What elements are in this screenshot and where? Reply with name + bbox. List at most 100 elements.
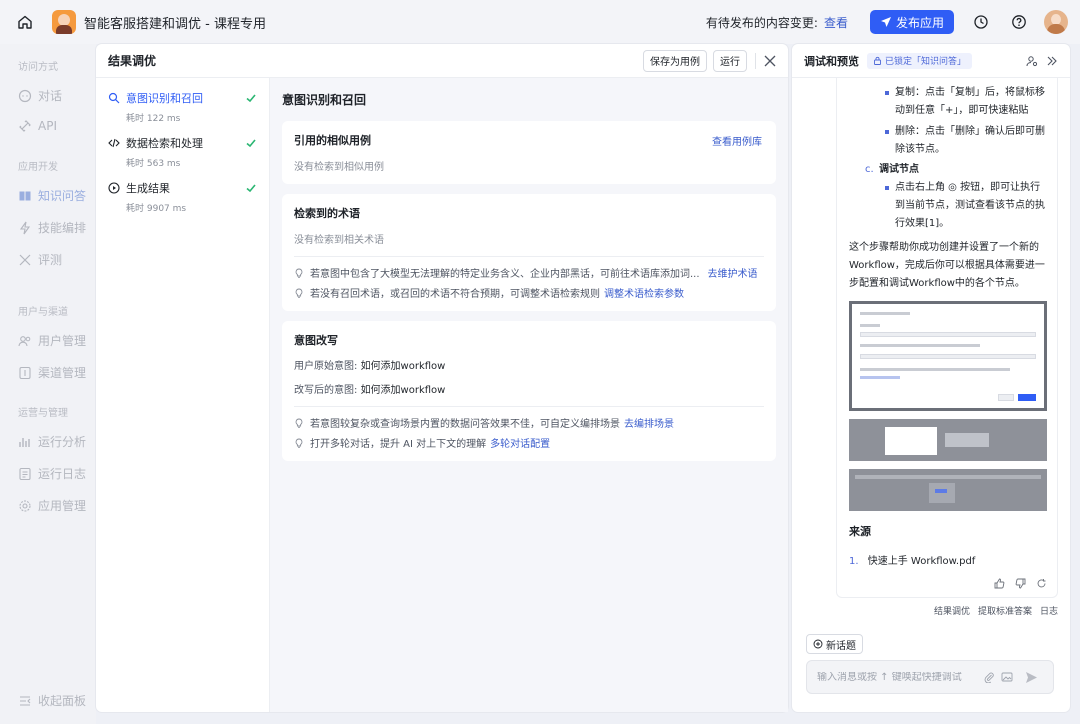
tip-row: 若意图中包含了大模型无法理解的特定业务含义、企业内部黑话，可前往术语库添加词..… <box>294 265 764 280</box>
sidebar-item-label: 运行日志 <box>38 467 87 481</box>
adjust-term-params-link[interactable]: 调整术语检索参数 <box>604 285 684 300</box>
user-avatar[interactable] <box>1044 10 1068 34</box>
locked-badge[interactable]: 已锁定「知识问答」 <box>867 52 973 69</box>
similar-cases-card: 引用的相似用例 查看用例库 没有检索到相似用例 <box>282 121 776 184</box>
sidebar-section-ops: 运营与管理 <box>18 408 68 419</box>
sidebar-section-access: 访问方式 <box>18 62 58 73</box>
home-icon[interactable] <box>12 9 38 35</box>
empty-text: 没有检索到相关术语 <box>294 235 384 246</box>
steps-list: 意图识别和召回 耗时 122 ms 数据检索和处理 耗时 563 ms 生成结果… <box>96 78 270 712</box>
sidebar-item-label: API <box>38 119 57 133</box>
multi-turn-config-link[interactable]: 多轮对话配置 <box>490 435 550 450</box>
divider <box>294 406 764 407</box>
bar-chart-icon <box>19 437 30 447</box>
lightning-icon <box>19 221 31 234</box>
paperclip-icon[interactable] <box>983 671 995 683</box>
check-icon <box>246 94 256 103</box>
list-item: 点击右上角 ◎ 按钮，即可让执行到当前节点，测试查看该节点的执行效果[1]。 <box>849 179 1045 233</box>
locked-badge-label: 已锁定「知识问答」 <box>885 57 967 67</box>
maintain-terms-link[interactable]: 去维护术语 <box>708 265 758 280</box>
step-generate-result[interactable]: 生成结果 耗时 9907 ms <box>96 180 269 225</box>
users-icon <box>18 335 31 346</box>
extract-answer-action[interactable]: 提取标准答案 <box>978 604 1032 617</box>
collapse-panel-button[interactable]: 收起面板 <box>18 692 86 709</box>
card-title: 引用的相似用例 <box>294 134 371 147</box>
run-button[interactable]: 运行 <box>713 49 747 72</box>
terms-card: 检索到的术语 没有检索到相关术语 若意图中包含了大模型无法理解的特定业务含义、企… <box>282 194 776 311</box>
thumbs-up-icon[interactable] <box>994 578 1005 589</box>
log-icon <box>19 467 31 480</box>
code-icon <box>108 138 120 148</box>
save-as-case-button[interactable]: 保存为用例 <box>643 49 707 72</box>
debug-preview-panel: 调试和预览 已锁定「知识问答」 复制：点击「复制」后，将鼠标移动到任意「+」，即… <box>792 44 1070 712</box>
sidebar-item-user-mgmt[interactable]: 用户管理 <box>18 332 86 349</box>
history-icon[interactable] <box>970 11 992 33</box>
play-circle-icon <box>108 182 120 194</box>
sidebar-item-channel[interactable]: 渠道管理 <box>18 364 86 381</box>
original-intent-value: 如何添加workflow <box>360 361 446 372</box>
sidebar-item-eval[interactable]: 评测 <box>18 251 62 268</box>
close-icon[interactable] <box>764 55 776 67</box>
tip-text: 打开多轮对话，提升 AI 对上下文的理解 <box>310 439 487 450</box>
app-avatar <box>52 10 76 34</box>
original-intent-label: 用户原始意图: <box>294 361 358 372</box>
app-title: 智能客服搭建和调优 - 课程专用 <box>84 16 266 32</box>
sidebar-section-dev: 应用开发 <box>18 162 58 173</box>
sidebar-item-label: 应用管理 <box>38 499 87 513</box>
screenshot-image <box>849 419 1047 461</box>
view-changes-link[interactable]: 查看 <box>824 14 848 31</box>
source-item[interactable]: 1. 快速上手 Workflow.pdf <box>849 553 1045 571</box>
sidebar-item-analytics[interactable]: 运行分析 <box>18 433 86 450</box>
sidebar-item-skill[interactable]: 技能编排 <box>18 219 86 236</box>
rewritten-intent: 改写后的意图: 如何添加workflow <box>294 381 764 396</box>
screenshot-image <box>849 301 1047 411</box>
tip-text: 若意图中包含了大模型无法理解的特定业务含义、企业内部黑话，可前往术语库添加词..… <box>310 269 700 280</box>
result-tuning-action[interactable]: 结果调优 <box>934 604 970 617</box>
step-time: 耗时 122 ms <box>126 114 181 124</box>
tools-icon <box>19 254 31 265</box>
new-topic-button[interactable]: 新话题 <box>806 634 863 654</box>
card-title: 检索到的术语 <box>294 207 360 220</box>
user-settings-icon[interactable] <box>1026 55 1038 67</box>
expand-icon[interactable] <box>1046 55 1058 67</box>
send-icon[interactable] <box>1019 665 1043 689</box>
rocket-icon <box>880 17 891 27</box>
view-case-library-link[interactable]: 查看用例库 <box>712 133 762 148</box>
intent-rewrite-card: 意图改写 用户原始意图: 如何添加workflow 改写后的意图: 如何添加wo… <box>282 321 776 461</box>
help-icon[interactable] <box>1008 11 1030 33</box>
lightbulb-icon <box>295 418 303 428</box>
log-action[interactable]: 日志 <box>1040 604 1058 617</box>
tip-row: 打开多轮对话，提升 AI 对上下文的理解 多轮对话配置 <box>294 435 764 450</box>
sidebar-item-logs[interactable]: 运行日志 <box>18 465 86 482</box>
tip-row: 若没有召回术语，或召回的术语不符合预期，可调整术语检索规则 调整术语检索参数 <box>294 285 764 300</box>
check-icon <box>246 139 256 148</box>
source-filename: 快速上手 Workflow.pdf <box>867 556 976 567</box>
lightbulb-icon <box>295 438 303 448</box>
sidebar-item-knowledge-qa[interactable]: 知识问答 <box>18 187 86 204</box>
check-icon <box>246 184 256 193</box>
step-data-retrieval[interactable]: 数据检索和处理 耗时 563 ms <box>96 135 269 180</box>
top-bar: 智能客服搭建和调优 - 课程专用 有待发布的内容变更: 查看 发布应用 <box>0 0 1080 44</box>
divider <box>755 52 756 69</box>
publish-app-button[interactable]: 发布应用 <box>869 10 954 34</box>
message-input[interactable] <box>817 671 977 683</box>
sidebar-item-label: 知识问答 <box>38 189 87 203</box>
tip-row: 若意图较复杂或查询场景内置的数据问答效果不佳，可自定义编排场景 去编排场景 <box>294 415 764 430</box>
refresh-icon[interactable] <box>1036 578 1047 589</box>
step-content: 意图识别和召回 引用的相似用例 查看用例库 没有检索到相似用例 检索到的术语 没… <box>270 78 788 712</box>
thumbs-down-icon[interactable] <box>1015 578 1026 589</box>
list-item: 复制：点击「复制」后，将鼠标移动到任意「+」，即可快速粘贴 <box>849 84 1045 120</box>
sidebar-item-label: 评测 <box>38 253 63 267</box>
step-label: 意图识别和召回 <box>126 92 203 105</box>
orchestrate-scene-link[interactable]: 去编排场景 <box>624 415 674 430</box>
divider <box>294 256 764 257</box>
step-intent-recall[interactable]: 意图识别和召回 耗时 122 ms <box>96 90 269 135</box>
sidebar-item-app-mgmt[interactable]: 应用管理 <box>18 497 86 514</box>
image-icon[interactable] <box>1001 671 1013 683</box>
collapse-icon <box>20 695 31 706</box>
new-topic-label: 新话题 <box>826 640 856 652</box>
sidebar-item-chat[interactable]: 对话 <box>18 87 62 104</box>
step-label: 数据检索和处理 <box>126 137 203 150</box>
tip-text: 若意图较复杂或查询场景内置的数据问答效果不佳，可自定义编排场景 <box>310 419 620 430</box>
sidebar-item-api[interactable]: API <box>18 119 57 133</box>
